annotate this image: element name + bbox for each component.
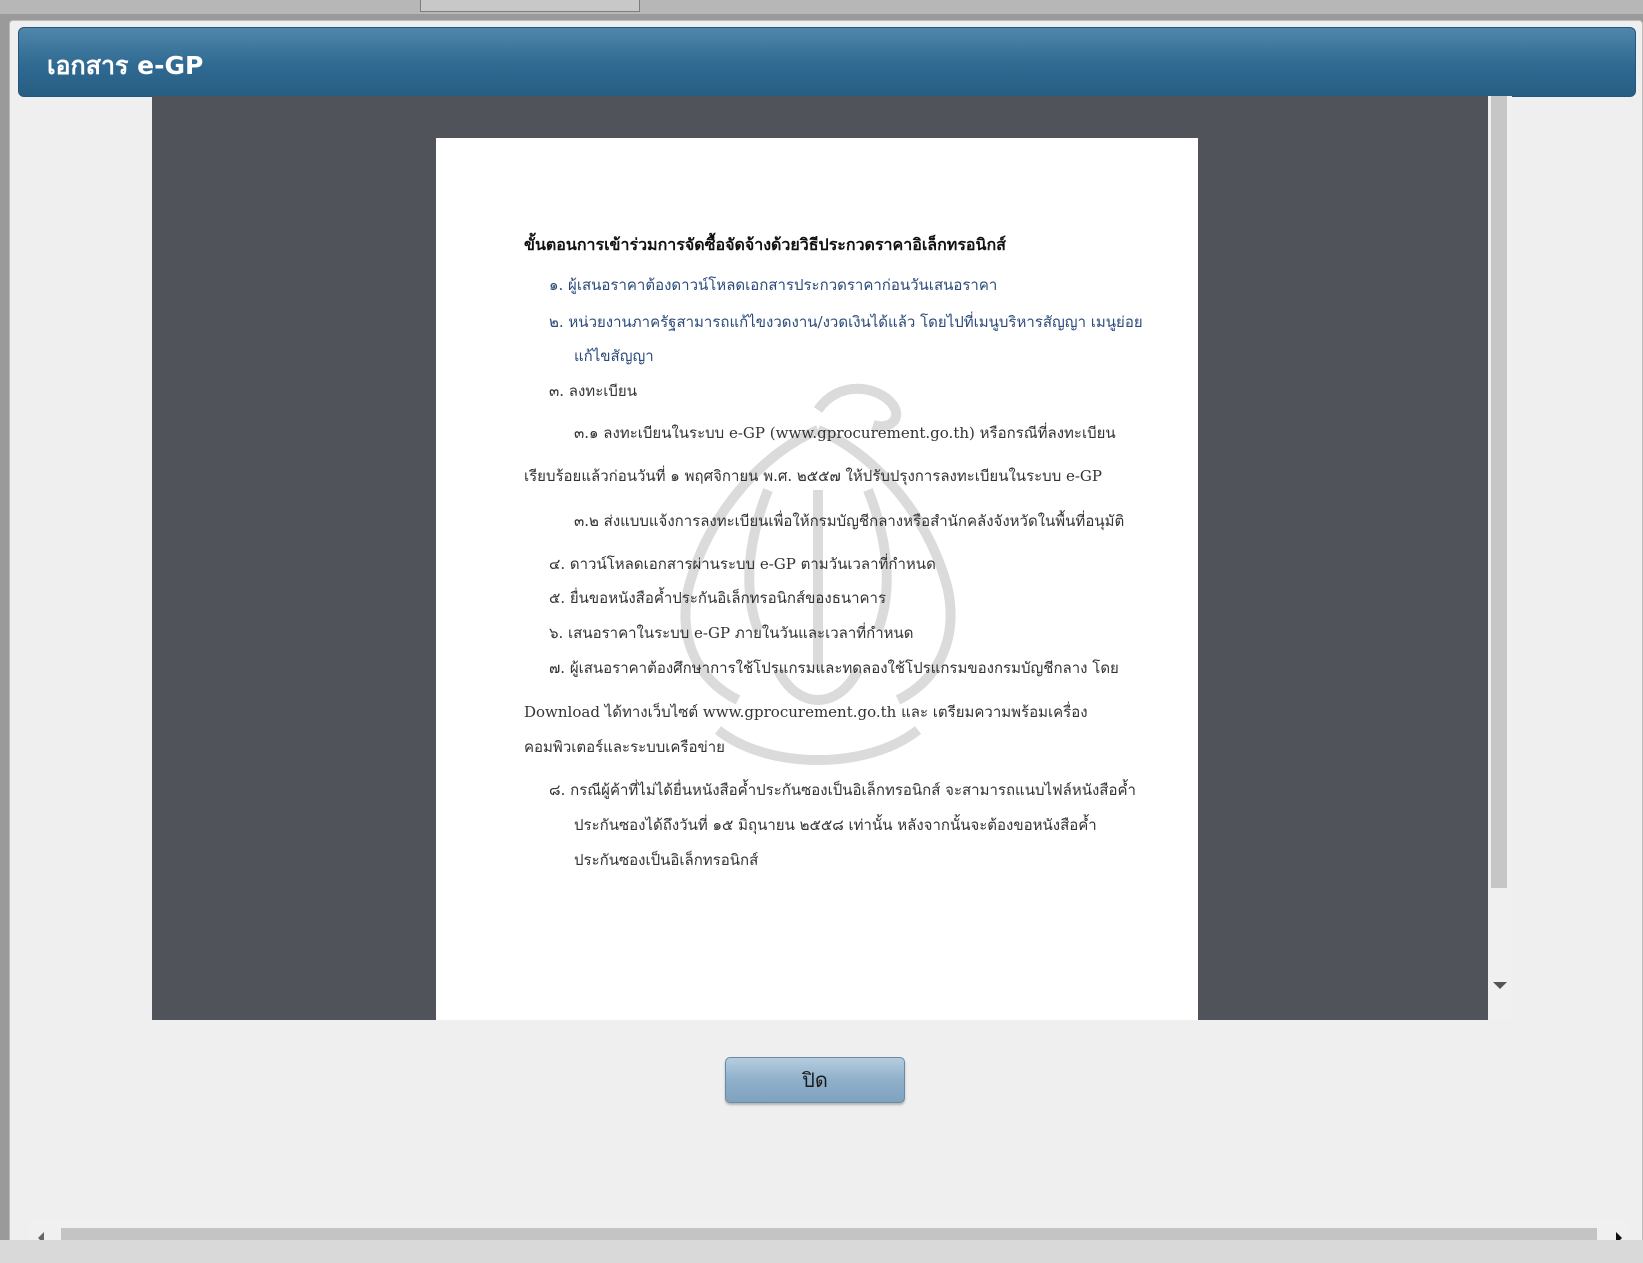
dialog-title: เอกสาร e-GP [47, 51, 204, 80]
doc-line: คอมพิวเตอร์และระบบเครือข่าย [524, 738, 725, 756]
close-button[interactable]: ปิด [725, 1057, 905, 1103]
vertical-scrollbar[interactable] [1488, 96, 1512, 1020]
egp-document-dialog: เอกสาร e-GP ขั้นตอนการเข้าร่วมการจัดซื้อ… [9, 20, 1643, 1258]
document-viewer[interactable]: ขั้นตอนการเข้าร่วมการจัดซื้อจัดจ้างด้วยว… [152, 96, 1510, 1020]
background-tab [420, 0, 640, 12]
doc-line: Download ได้ทางเว็บไซต์ www.gprocurement… [524, 703, 1088, 721]
doc-line: ๕. ยื่นขอหนังสือค้ำประกันอิเล็กทรอนิกส์ข… [549, 589, 887, 607]
doc-line: ๑. ผู้เสนอราคาต้องดาวน์โหลดเอกสารประกวดร… [549, 276, 998, 294]
background-window-strip [0, 0, 1643, 14]
doc-line: ๓.๑ ลงทะเบียนในระบบ e-GP (www.gprocureme… [574, 424, 1116, 442]
doc-line: แก้ไขสัญญา [574, 347, 654, 365]
scroll-down-arrow-icon[interactable] [1493, 982, 1507, 989]
doc-line: เรียบร้อยแล้วก่อนวันที่ ๑ พฤศจิกายน พ.ศ.… [524, 467, 1102, 485]
doc-line: ประกันซองได้ถึงวันที่ ๑๕ มิถุนายน ๒๕๕๘ เ… [574, 816, 1097, 834]
background-page-strip [0, 1240, 1643, 1263]
document-page: ขั้นตอนการเข้าร่วมการจัดซื้อจัดจ้างด้วยว… [436, 138, 1198, 1020]
document-heading: ขั้นตอนการเข้าร่วมการจัดซื้อจัดจ้างด้วยว… [524, 235, 1006, 254]
doc-line: ๗. ผู้เสนอราคาต้องศึกษาการใช้โปรแกรมและท… [549, 659, 1119, 677]
doc-line: ๘. กรณีผู้ค้าที่ไม่ได้ยื่นหนังสือค้ำประก… [549, 781, 1136, 799]
doc-line: ประกันซองเป็นอิเล็กทรอนิกส์ [574, 851, 759, 869]
vertical-scroll-thumb[interactable] [1491, 96, 1507, 888]
dialog-titlebar[interactable]: เอกสาร e-GP [18, 27, 1636, 97]
doc-line: ๒. หน่วยงานภาครัฐสามารถแก้ไขงวดงาน/งวดเง… [549, 313, 1143, 331]
doc-line: ๓.๒ ส่งแบบแจ้งการลงทะเบียนเพื่อให้กรมบัญ… [574, 512, 1125, 530]
doc-line: ๖. เสนอราคาในระบบ e-GP ภายในวันและเวลาที… [549, 624, 914, 642]
doc-line: ๓. ลงทะเบียน [549, 382, 637, 400]
doc-line: ๔. ดาวน์โหลดเอกสารผ่านระบบ e-GP ตามวันเว… [549, 555, 936, 573]
